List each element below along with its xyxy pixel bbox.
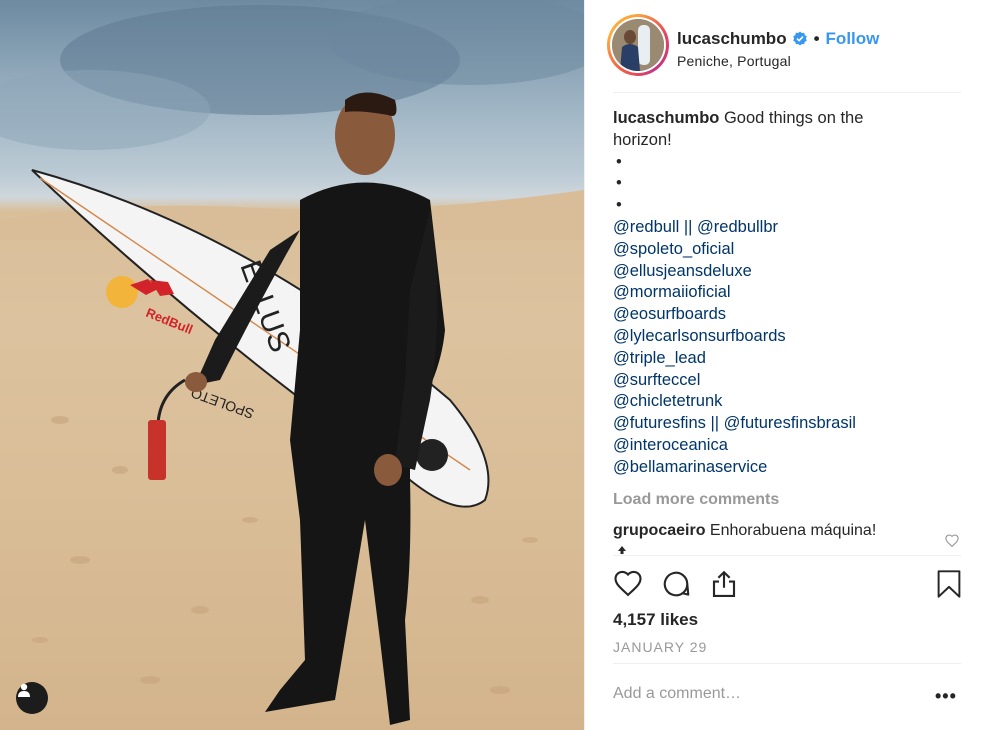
mention-link[interactable]: @spoleto_oficial [613, 240, 734, 258]
mention-link[interactable]: @interoceanica [613, 436, 728, 454]
comment-box-divider [613, 663, 961, 664]
mention-link[interactable]: @surfteccel [613, 371, 700, 389]
separator-dot: • [813, 29, 820, 48]
arrow-up-icon [617, 542, 627, 560]
mention-link[interactable]: @futuresfinsbrasil [724, 414, 856, 432]
surfer-illustration: RedBull ELLUS SPOLETO [0, 0, 584, 725]
follow-button[interactable]: Follow [826, 29, 880, 49]
board-redbull-text: RedBull [144, 305, 195, 337]
header-divider [613, 92, 961, 93]
post-location[interactable]: Peniche, Portugal [677, 53, 791, 69]
post-date[interactable]: JANUARY 29 [613, 639, 707, 655]
mention-link[interactable]: @eosurfboards [613, 305, 726, 323]
comment-username[interactable]: grupocaeiro [613, 522, 705, 539]
mention-link[interactable]: @ellusjeansdeluxe [613, 262, 752, 280]
post-author-row: lucaschumbo • Follow [677, 29, 879, 49]
post-caption: lucaschumbo Good things on the horizon! … [613, 108, 953, 479]
actions-divider [613, 555, 961, 556]
mention-link[interactable]: @futuresfins [613, 414, 706, 432]
caption-bullet: • [616, 152, 622, 171]
caption-username[interactable]: lucaschumbo [613, 109, 719, 127]
add-comment-input[interactable]: Add a comment… [613, 685, 741, 703]
verified-badge-icon [792, 31, 808, 47]
mention-link[interactable]: @chicletetrunk [613, 392, 722, 410]
user-tag-icon [18, 683, 30, 697]
comment-bubble-icon[interactable] [661, 569, 691, 604]
caption-bullet: • [616, 174, 622, 193]
share-icon[interactable] [709, 569, 739, 604]
bookmark-icon[interactable] [935, 569, 963, 604]
mention-separator: || [705, 414, 724, 433]
post-photo[interactable]: RedBull ELLUS SPOLETO [0, 0, 584, 730]
mention-link[interactable]: @triple_lead [613, 349, 706, 367]
comment-item: grupocaeiro Enhorabuena máquina! [613, 522, 876, 540]
post-side-panel: lucaschumbo • Follow Peniche, Portugal l… [584, 0, 989, 730]
load-more-comments-button[interactable]: Load more comments [613, 491, 779, 509]
caption-text-1: Good things on the [723, 109, 864, 127]
post-header: lucaschumbo • Follow Peniche, Portugal [585, 0, 989, 92]
post-username[interactable]: lucaschumbo [677, 29, 787, 49]
mention-link[interactable]: @bellamarinaservice [613, 458, 767, 476]
post-actions [585, 565, 989, 605]
avatar[interactable] [607, 14, 669, 76]
mention-link[interactable]: @lylecarlsonsurfboards [613, 327, 786, 345]
avatar-photo [612, 19, 664, 71]
user-tag-button[interactable] [16, 682, 48, 714]
likes-count[interactable]: 4,157 likes [613, 610, 698, 630]
mention-line: @redbull || @redbullbr [613, 217, 953, 239]
mention-line: @futuresfins || @futuresfinsbrasil [613, 413, 953, 435]
caption-bullet: • [616, 196, 622, 215]
heart-icon[interactable] [613, 569, 643, 602]
mention-link[interactable]: @redbull [613, 218, 679, 236]
mention-link[interactable]: @mormaiioficial [613, 283, 731, 301]
more-options-button[interactable]: ••• [935, 686, 957, 707]
caption-text-2: horizon! [613, 130, 672, 149]
comment-text: Enhorabuena máquina! [709, 522, 877, 539]
comment-like-heart-icon[interactable] [945, 534, 959, 552]
mention-link[interactable]: @redbullbr [697, 218, 778, 236]
mention-separator: || [679, 217, 698, 236]
